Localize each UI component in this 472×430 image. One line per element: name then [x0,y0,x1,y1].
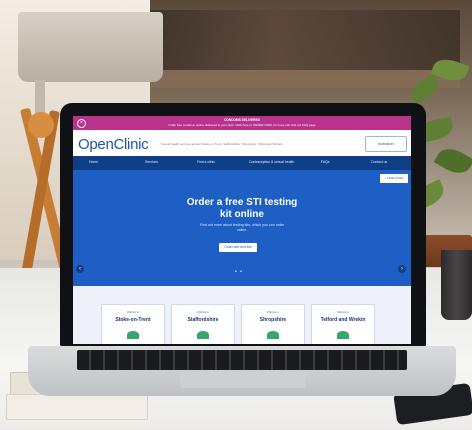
lamp-shade [18,12,163,82]
clinic-card-shropshire[interactable]: Clinics in Shropshire [241,304,305,344]
card-label: Clinics in [336,310,349,314]
carousel-prev-icon[interactable]: ‹ [76,265,84,273]
nav-item-contraception[interactable]: Contraception & sexual health [249,160,294,164]
leaf [433,142,472,180]
clinic-card-staffordshire[interactable]: Clinics in Staffordshire [171,304,235,344]
map-pin-icon [267,331,279,339]
photo-scene: × CONDOMS DELIVERED Order free condoms o… [0,0,472,430]
promo-title: CONDOMS DELIVERED [224,118,260,122]
hero-subtitle-line: online. [236,228,248,232]
lamp-joint [28,112,54,138]
laptop-screen: × CONDOMS DELIVERED Order free condoms o… [73,116,411,344]
nav-item-find-clinic[interactable]: Find a clinic [197,160,215,164]
hero-subtitle: Find out more about testing kits, which … [73,223,411,233]
map-pin-icon [337,331,349,339]
promo-banner: × CONDOMS DELIVERED Order free condoms o… [73,116,411,130]
carousel-dots[interactable]: • • [235,269,243,275]
card-title: Staffordshire [187,317,219,323]
card-label: Clinics in [266,310,279,314]
nav-item-contact[interactable]: Contact us [371,160,387,164]
order-kit-button[interactable]: Order self-test kits [219,243,257,252]
book [6,394,148,420]
map-pin-icon [197,331,209,339]
hide-page-button[interactable]: + HIDE PAGE [380,174,408,183]
hero-title-line: kit online [220,209,264,220]
card-label: Clinics in [196,310,209,314]
laptop-keyboard [77,350,407,370]
card-title: Stoke-on-Trent [115,317,151,323]
card-title: Telford and Wrekin [320,317,366,323]
promo-text[interactable]: Order free condoms online delivered to y… [73,123,411,127]
hero-carousel: + HIDE PAGE Order a free STI testing kit… [73,170,411,286]
hero-title-line: Order a free STI testing [186,197,298,208]
clinic-card-telford[interactable]: Clinics in Telford and Wrekin [311,304,375,344]
card-title: Shropshire [259,317,287,323]
nav-item-home[interactable]: Home [89,160,98,164]
clinic-card-stoke[interactable]: Clinics in Stoke-on-Trent [101,304,165,344]
laptop-trackpad [180,372,306,388]
site-header: OpenClinic Sexual health services across… [73,130,411,156]
nav-item-faqs[interactable]: FAQs [321,160,329,164]
cup [441,250,472,320]
clinic-cards: Clinics in Stoke-on-Trent Clinics in Sta… [73,286,411,344]
leaf [407,73,443,105]
hero-title: Order a free STI testing kit online [73,197,411,221]
carousel-next-icon[interactable]: › [398,265,406,273]
main-nav: Home Services Find a clinic Contraceptio… [73,156,411,170]
site-tagline: Sexual health services across Stoke-on-T… [161,142,283,146]
card-label: Clinics in [126,310,139,314]
nav-item-services[interactable]: Services [145,160,158,164]
site-logo[interactable]: OpenClinic [78,136,149,153]
inclusion-badge[interactable]: inclusion [365,136,407,152]
map-pin-icon [127,331,139,339]
